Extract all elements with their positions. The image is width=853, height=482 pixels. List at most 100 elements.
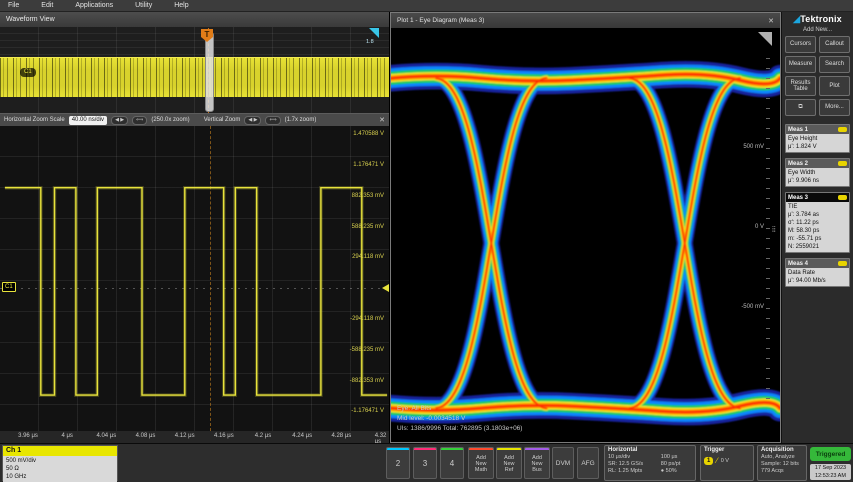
eye-heat-layer: [436, 78, 546, 408]
cursors-button[interactable]: Cursors: [785, 36, 816, 53]
channel-2-button[interactable]: 2: [386, 447, 410, 479]
x-tick-label-7: 4.24 μs: [292, 433, 312, 439]
meas-line: μ': 9.906 ns: [788, 177, 847, 185]
overview-channel-badge: C1: [20, 68, 36, 77]
menu-bar: File Edit Applications Utility Help: [0, 0, 853, 12]
sidebar-button-grid: Cursors Callout Measure Search Results T…: [782, 36, 853, 116]
y-tick-label-2: 882.353 mV: [352, 193, 384, 199]
overview-time-axis: [0, 97, 389, 113]
eye-footer-line: UIs: 1386/9996 Total: 762895 (3.1803e+06…: [397, 424, 522, 434]
horizontal-info-cell: 80 ps/pt: [661, 461, 692, 468]
meas-source-badge: [838, 161, 847, 166]
meas-panel-2[interactable]: Meas 2Eye Widthμ': 9.906 ns: [785, 158, 850, 187]
meas-panel-3[interactable]: Meas 3TIEμ': 3.784 asσ': 11.22 psM: 58.3…: [785, 192, 850, 253]
measurement-results-list: Meas 1Eye Heightμ': 1.824 V Meas 2Eye Wid…: [782, 124, 853, 287]
add-new-math-button[interactable]: Add New Math: [468, 447, 494, 479]
add-button-label: Add New Ref: [497, 455, 521, 473]
x-tick-label-1: 4 μs: [61, 433, 72, 439]
menu-utility[interactable]: Utility: [135, 2, 152, 9]
horizontal-info-cell: ● 50%: [661, 468, 692, 475]
dvm-button[interactable]: DVM: [552, 447, 574, 479]
trigger-status-button[interactable]: Triggered: [810, 447, 851, 461]
trigger-panel[interactable]: Trigger 1 ∕ 0 V: [700, 445, 754, 481]
channel-1-settings: 500 mV/div 50 Ω 10 GHz: [3, 456, 117, 482]
ground-reference-arrow-icon[interactable]: [382, 284, 389, 292]
y-tick-label-4: 294.118 mV: [352, 254, 384, 260]
v-zoom-stepper[interactable]: ◀ ▶: [244, 116, 261, 125]
vertical-zoom-label: Vertical Zoom: [204, 117, 241, 123]
afg-button[interactable]: AFG: [577, 447, 599, 479]
horizontal-info-cell: 10 μs/div: [608, 454, 655, 461]
menu-help[interactable]: Help: [174, 2, 188, 9]
meas-line: Data Rate: [788, 269, 847, 277]
ch1-bandwidth: 10 GHz: [6, 473, 114, 481]
meas-panel-1[interactable]: Meas 1Eye Heightμ': 1.824 V: [785, 124, 850, 153]
horizontal-panel[interactable]: Horizontal 10 μs/div100 μsSR: 12.5 GS/s8…: [604, 445, 696, 481]
trigger-title: Trigger: [704, 447, 750, 454]
meas-line: μ': 3.784 as: [788, 211, 847, 219]
add-button-color-stripe: [525, 448, 549, 450]
eye-plot-area[interactable]: 500 mV0 V-500 mV ⣿ Eye: All Bits Mid lev…: [391, 28, 780, 442]
x-tick-label-0: 3.96 μs: [18, 433, 38, 439]
add-new-bus-button[interactable]: Add New Bus: [524, 447, 550, 479]
measure-button[interactable]: Measure: [785, 56, 816, 73]
x-tick-label-4: 4.12 μs: [175, 433, 195, 439]
add-button-color-stripe: [469, 448, 493, 450]
horizontal-zoom-scale-value[interactable]: 40.00 ns/div: [69, 116, 107, 125]
meas-line: μ': 1.824 V: [788, 143, 847, 151]
right-sidebar: ◢Tektronix Add New... Cursors Callout Me…: [781, 12, 853, 443]
channel-4-button[interactable]: 4: [440, 447, 464, 479]
eye-heat-layer: [630, 78, 740, 408]
eye-footer-line: Mid level: -0.0034518 V: [397, 414, 522, 424]
add-new-ref-button[interactable]: Add New Ref: [496, 447, 522, 479]
v-zoom-drag-handle[interactable]: ⟺: [265, 116, 280, 125]
eye-footer-line: Eye: All Bits: [397, 404, 522, 414]
callout-button[interactable]: Callout: [819, 36, 850, 53]
h-zoom-drag-handle[interactable]: ⟺: [132, 116, 147, 125]
ch1-waveform-trace: [0, 126, 389, 431]
channel-color-stripe: [387, 448, 409, 450]
eye-plot-title: Plot 1 - Eye Diagram (Meas 3): [397, 17, 484, 24]
menu-edit[interactable]: Edit: [41, 2, 53, 9]
h-zoom-stepper[interactable]: ◀ ▶: [111, 116, 128, 125]
results-table-button[interactable]: Results Table: [785, 76, 816, 96]
screenshot-button[interactable]: ⧉: [785, 99, 816, 116]
trigger-source-badge: 1: [704, 457, 713, 465]
channel-button-label: 2: [387, 459, 409, 468]
meas-title: Meas 2: [788, 161, 808, 167]
zoom-controls-bar: Horizontal Zoom Scale 40.00 ns/div ◀ ▶ ⟺…: [0, 113, 389, 126]
eye-plot-close-icon[interactable]: ✕: [768, 17, 774, 25]
zoom-window-handle[interactable]: [205, 32, 214, 112]
horizontal-values: 10 μs/div100 μsSR: 12.5 GS/s80 ps/ptRL: …: [608, 454, 692, 475]
ch1-impedance: 50 Ω: [6, 465, 114, 473]
plot-button[interactable]: Plot: [819, 76, 850, 96]
meas-panel-4[interactable]: Meas 4Data Rateμ': 94.00 Mb/s: [785, 258, 850, 287]
eye-axis-grip-icon[interactable]: ⣿: [772, 226, 776, 233]
acquisition-panel[interactable]: Acquisition Auto, Analyze Sample: 12 bit…: [757, 445, 807, 481]
horizontal-title: Horizontal: [608, 447, 692, 454]
zoomed-waveform-plot[interactable]: 1.470588 V1.176471 V882.353 mV588.235 mV…: [0, 126, 389, 431]
h-zoom-factor: (250.0x zoom): [151, 117, 189, 123]
date-value: 17 Sep 2023: [810, 464, 851, 472]
channel-3-button[interactable]: 3: [413, 447, 437, 479]
channel-1-tag[interactable]: C1: [2, 282, 16, 292]
datetime-display: 17 Sep 2023 12:53:23 AM: [810, 464, 851, 480]
meas-title: Meas 3: [788, 195, 808, 201]
menu-applications[interactable]: Applications: [75, 2, 113, 9]
eye-y-label-2: -500 mV: [741, 304, 764, 310]
eye-plot-titlebar[interactable]: Plot 1 - Eye Diagram (Meas 3) ✕: [391, 13, 780, 29]
horizontal-zoom-label: Horizontal Zoom Scale: [4, 117, 65, 123]
add-button-label: Add New Math: [469, 455, 493, 473]
acquisition-title: Acquisition: [761, 447, 803, 454]
more-button[interactable]: More...: [819, 99, 850, 116]
menu-file[interactable]: File: [8, 2, 19, 9]
meas-title: Meas 1: [788, 127, 808, 133]
y-tick-label-8: -1.176471 V: [351, 408, 384, 414]
x-tick-label-3: 4.08 μs: [136, 433, 156, 439]
channel-1-badge[interactable]: Ch 1 500 mV/div 50 Ω 10 GHz: [2, 445, 118, 481]
waveform-view-title: Waveform View: [6, 16, 55, 23]
search-button[interactable]: Search: [819, 56, 850, 73]
waveform-view-panel: Waveform View T 1.8 C1 Horizontal Zoom S…: [0, 12, 390, 443]
zoom-bar-close-icon[interactable]: ✕: [379, 116, 385, 124]
horizontal-info-cell: SR: 12.5 GS/s: [608, 461, 655, 468]
